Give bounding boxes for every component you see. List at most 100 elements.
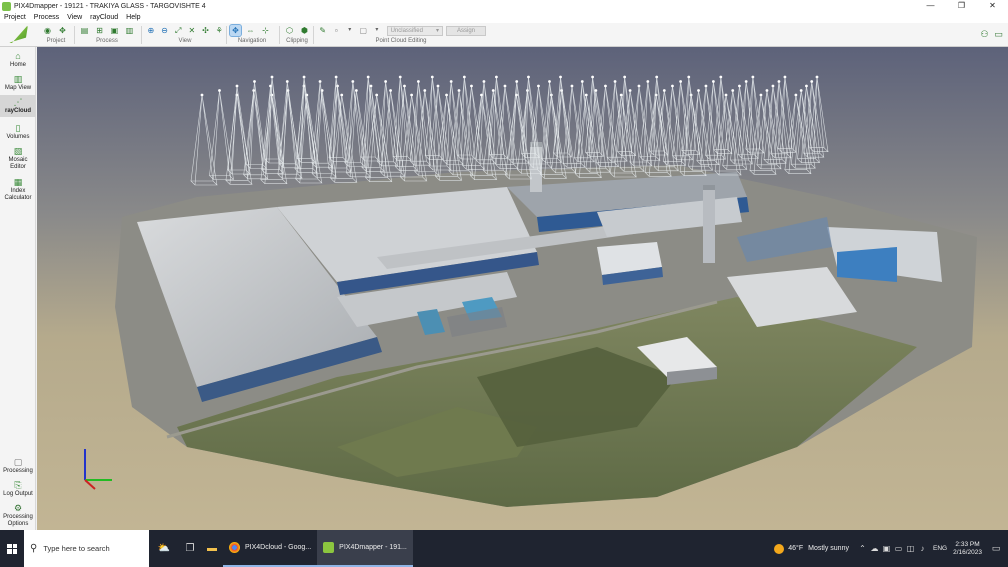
camera-position[interactable] — [430, 75, 434, 79]
camera-position[interactable] — [403, 84, 406, 88]
camera-position[interactable] — [285, 80, 289, 83]
camera-position[interactable] — [398, 75, 402, 79]
camera-position[interactable] — [318, 80, 322, 83]
camera-position[interactable] — [416, 80, 420, 83]
camera-position[interactable] — [270, 75, 274, 79]
camera-position[interactable] — [815, 75, 819, 79]
camera-frustum[interactable] — [345, 90, 372, 178]
camera-position[interactable] — [613, 80, 617, 83]
camera-position[interactable] — [619, 93, 623, 97]
network-icon[interactable]: ◫ — [905, 544, 916, 553]
camera-frustum[interactable] — [749, 94, 777, 175]
camera-position[interactable] — [810, 80, 814, 83]
assign-class-icon[interactable]: ▢ — [359, 25, 369, 36]
taskbar-app-pix4dmapper[interactable]: PIX4Dmapper - 191... — [317, 530, 413, 567]
navigation-settings-icon[interactable]: ⊹ — [260, 25, 271, 36]
camera-position[interactable] — [580, 80, 584, 83]
camera-frustum[interactable] — [311, 81, 333, 168]
camera-position[interactable] — [253, 80, 256, 83]
camera-position[interactable] — [436, 84, 440, 88]
camera-position[interactable] — [462, 75, 466, 79]
clipping-box-icon[interactable]: ⬡ — [284, 25, 295, 36]
chevron-down-icon[interactable]: ▾ — [345, 25, 355, 36]
camera-position[interactable] — [759, 93, 763, 97]
restore-button[interactable]: ❐ — [946, 0, 977, 12]
sidebar-item-processing[interactable]: ▢ Processing — [0, 457, 36, 475]
onedrive-icon[interactable]: ☁ — [869, 544, 880, 553]
layout-toggle-icon[interactable]: ▭ — [993, 29, 1004, 40]
camera-position[interactable] — [470, 84, 473, 88]
sidebar-item-mosaic-editor[interactable]: ▧ Mosaic Editor — [0, 146, 36, 170]
camera-frustum[interactable] — [456, 76, 477, 160]
view-options-icon[interactable]: ⚘ — [214, 25, 224, 36]
camera-position[interactable] — [527, 75, 530, 79]
camera-position[interactable] — [623, 75, 627, 79]
language-indicator[interactable]: ENG — [933, 545, 947, 552]
camera-position[interactable] — [445, 93, 448, 97]
menu-project[interactable]: Project — [4, 14, 26, 21]
camera-position[interactable] — [711, 80, 715, 83]
camera-position[interactable] — [366, 75, 370, 79]
camera-frustum[interactable] — [190, 94, 218, 186]
camera-position[interactable] — [375, 93, 379, 97]
chevron-up-icon[interactable]: ⌃ — [857, 544, 868, 553]
camera-position[interactable] — [738, 84, 741, 88]
camera-frustum[interactable] — [277, 90, 303, 179]
camera-position[interactable] — [235, 84, 239, 88]
camera-position[interactable] — [662, 89, 666, 92]
camera-position[interactable] — [384, 80, 388, 83]
camera-position[interactable] — [765, 89, 769, 92]
camera-position[interactable] — [302, 75, 306, 79]
camera-position[interactable] — [449, 80, 453, 83]
camera-position[interactable] — [794, 93, 798, 97]
camera-position[interactable] — [777, 80, 781, 83]
camera-position[interactable] — [334, 75, 338, 79]
processing-icon-1[interactable]: ⊞ — [94, 25, 105, 36]
camera-position[interactable] — [423, 89, 427, 92]
sidebar-item-raycloud[interactable]: ⋰ rayCloud — [0, 95, 36, 117]
camera-position[interactable] — [410, 93, 414, 97]
camera-position[interactable] — [389, 89, 392, 92]
volume-icon[interactable]: ♪ — [917, 544, 928, 553]
camera-position[interactable] — [351, 80, 355, 83]
camera-frustum[interactable] — [295, 94, 323, 184]
sidebar-item-map-view[interactable]: ▥ Map View — [0, 74, 36, 92]
first-person-navigation-icon[interactable]: ⇔ — [245, 25, 256, 36]
view-reset-icon[interactable]: ✣ — [201, 25, 211, 36]
camera-position[interactable] — [731, 89, 735, 92]
zoom-extents-icon[interactable]: ⤢ — [173, 25, 183, 36]
camera-position[interactable] — [495, 75, 498, 79]
camera-frustum[interactable] — [379, 90, 406, 177]
camera-position[interactable] — [457, 89, 461, 92]
camera-position[interactable] — [646, 80, 650, 83]
camera-position[interactable] — [570, 84, 574, 88]
minimize-button[interactable]: — — [915, 0, 946, 12]
brush-icon[interactable]: ✎ — [318, 25, 328, 36]
sidebar-item-log-output[interactable]: ⎘ Log Output — [0, 480, 36, 498]
camera-position[interactable] — [537, 84, 540, 88]
camera-position[interactable] — [218, 89, 221, 92]
camera-position[interactable] — [584, 93, 588, 97]
sidebar-item-volumes[interactable]: ▯ Volumes — [0, 123, 36, 141]
raycloud-3d-viewport[interactable] — [37, 47, 1008, 530]
taskbar-app-chrome[interactable]: PIX4Dcloud - Goog... — [223, 530, 318, 567]
menu-process[interactable]: Process — [34, 14, 59, 21]
camera-position[interactable] — [591, 75, 594, 79]
camera-position[interactable] — [719, 75, 723, 79]
clipping-cube-icon[interactable]: ⬢ — [299, 25, 310, 36]
camera-position[interactable] — [559, 75, 562, 79]
camera-position[interactable] — [679, 80, 683, 83]
user-account-icon[interactable]: ⚇ — [979, 29, 990, 40]
zoom-in-icon[interactable]: ⊕ — [146, 25, 156, 36]
project-properties-icon[interactable]: ✥ — [57, 25, 68, 36]
camera-position[interactable] — [200, 93, 204, 97]
zoom-selection-icon[interactable]: ✕ — [187, 25, 197, 36]
processing-icon-3[interactable]: ▥ — [124, 25, 135, 36]
weather-widget-icon[interactable]: ⛅ — [149, 530, 179, 567]
point-class-select[interactable]: Unclassified ▾ — [386, 25, 443, 36]
camera-position[interactable] — [724, 93, 728, 97]
trackball-navigation-icon[interactable]: ✥ — [229, 24, 242, 37]
camera-frustum[interactable] — [584, 76, 605, 157]
sidebar-item-home[interactable]: ⌂ Home — [0, 51, 36, 69]
camera-position[interactable] — [671, 84, 674, 88]
